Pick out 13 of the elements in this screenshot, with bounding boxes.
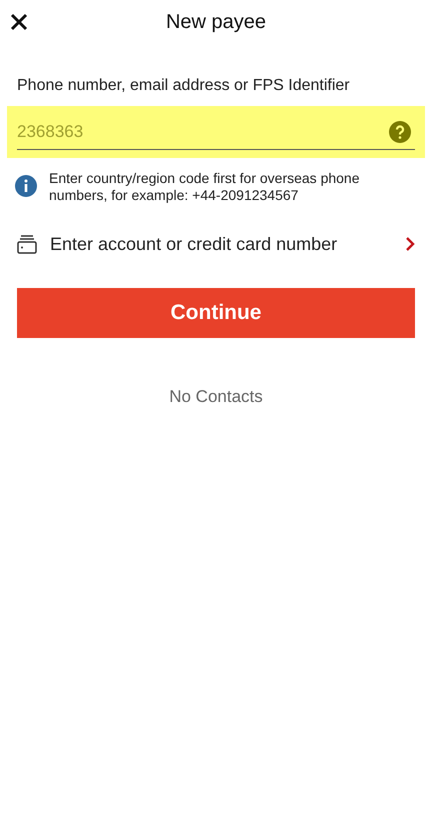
info-icon <box>15 175 37 197</box>
empty-contacts-text: No Contacts <box>169 386 263 408</box>
card-stack-icon <box>17 234 37 254</box>
help-icon[interactable] <box>389 120 411 142</box>
account-link[interactable]: Enter account or credit card number <box>0 224 432 264</box>
input-field[interactable]: 2368363 <box>7 106 425 158</box>
info-text: Enter country/region code first for overseas phone numbers, for example: +44-2091234567 <box>49 170 361 204</box>
phone-input[interactable]: 2368363 <box>17 118 389 144</box>
chevron-right-icon <box>405 236 415 252</box>
page-title: New payee <box>166 10 266 35</box>
field-label: Phone number, email address or FPS Identifier <box>17 77 350 94</box>
continue-button[interactable]: Continue <box>17 288 415 338</box>
close-icon <box>10 13 28 31</box>
